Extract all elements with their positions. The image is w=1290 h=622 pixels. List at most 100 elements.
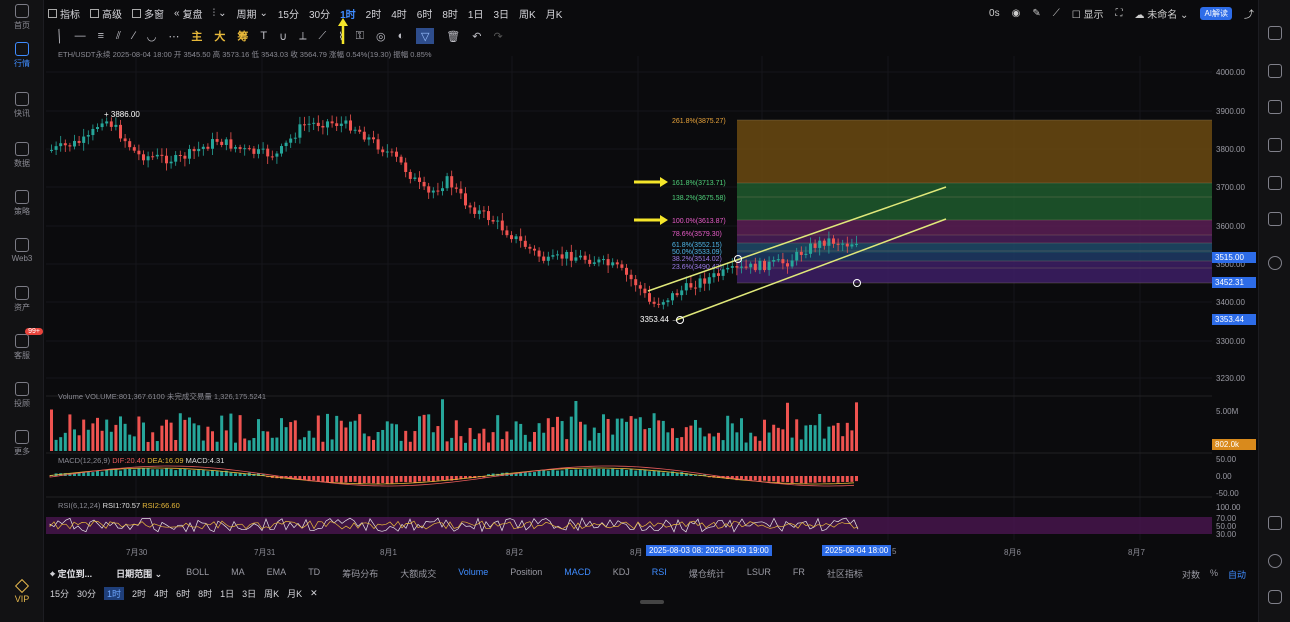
locate-button[interactable]: ⌖ 定位到... xyxy=(50,567,92,580)
candle xyxy=(537,250,541,257)
volume-bar xyxy=(119,416,122,451)
indicator-toggle[interactable]: Volume xyxy=(458,567,488,580)
sidebar-item-news[interactable]: 快讯 xyxy=(0,92,44,119)
indicator-toggle[interactable]: MA xyxy=(231,567,245,580)
sidebar-item-strategy[interactable]: 策略 xyxy=(0,190,44,217)
candle xyxy=(238,147,242,149)
candle xyxy=(611,262,615,266)
candle xyxy=(390,151,394,153)
headset-icon[interactable] xyxy=(1268,554,1282,568)
indicator-toggle[interactable]: KDJ xyxy=(613,567,630,580)
volume-bar xyxy=(473,438,477,451)
macd-bar xyxy=(188,469,191,476)
macd-dif: DIF:20.40 xyxy=(112,456,146,465)
macd-bar xyxy=(183,468,187,476)
vip-button[interactable]: VIP xyxy=(0,578,44,604)
log-scale-button[interactable]: 对数 xyxy=(1182,568,1200,581)
macd-bar xyxy=(211,470,214,476)
volume-bar xyxy=(666,432,670,451)
indicator-toggle[interactable]: Position xyxy=(510,567,542,580)
sidebar-item-web3[interactable]: Web3 xyxy=(0,238,44,263)
volume-bar xyxy=(82,419,86,451)
date-range-dropdown[interactable]: 日期范围 ⌄ xyxy=(116,567,162,580)
candle xyxy=(335,123,339,126)
bottom-interval-button[interactable]: 周K xyxy=(264,587,279,600)
bottom-interval-button[interactable]: 4时 xyxy=(154,587,168,600)
settings-icon[interactable] xyxy=(1268,256,1282,270)
indicator-toggle[interactable]: BOLL xyxy=(186,567,209,580)
indicator-toggle[interactable]: MACD xyxy=(564,567,591,580)
rsi-axis-100: 100.00 xyxy=(1216,503,1241,512)
calendar-icon[interactable] xyxy=(1268,176,1282,190)
volume-bar xyxy=(583,424,587,451)
price-axis-label: 3230.00 xyxy=(1216,374,1245,383)
volume-bar xyxy=(178,413,182,451)
sidebar-item-advisor[interactable]: 投顾 xyxy=(0,382,44,409)
bottom-interval-button[interactable]: 2时 xyxy=(132,587,146,600)
volume-bar xyxy=(165,419,168,451)
macd-bar xyxy=(680,472,684,476)
bottom-interval-button[interactable]: 8时 xyxy=(198,587,212,600)
sidebar-item-data[interactable]: 数据 xyxy=(0,142,44,169)
sidebar-item-service[interactable]: 客服 99+ xyxy=(0,328,44,361)
volume-bar xyxy=(703,436,707,451)
bottom-interval-button[interactable]: 1时 xyxy=(104,586,125,600)
resize-handle[interactable] xyxy=(640,600,664,604)
candle xyxy=(119,124,122,139)
bottom-interval-button[interactable]: 3日 xyxy=(242,587,256,600)
macd-bar xyxy=(560,470,564,476)
sidebar-item-assets[interactable]: 资产 xyxy=(0,286,44,313)
indicator-toggle[interactable]: TD xyxy=(308,567,320,580)
bottom-interval-button[interactable]: 30分 xyxy=(77,587,96,600)
share-icon[interactable]: ⤴ xyxy=(1244,6,1254,21)
candle xyxy=(569,251,573,261)
bottom-interval-button[interactable]: 月K xyxy=(287,587,302,600)
volume-bar xyxy=(335,415,339,451)
rsi-2: RSI2:66.60 xyxy=(142,501,180,510)
volume-bar xyxy=(224,430,228,451)
close-icon[interactable]: ✕ xyxy=(310,588,318,599)
candle xyxy=(151,156,155,158)
indicator-toggle[interactable]: 爆仓统计 xyxy=(689,567,725,580)
candle xyxy=(634,279,638,286)
bottom-interval-button[interactable]: 6时 xyxy=(176,587,190,600)
sidebar-label: 更多 xyxy=(14,447,30,456)
volume-bar xyxy=(749,432,753,451)
order-icon[interactable] xyxy=(1268,26,1282,40)
web3-icon xyxy=(15,238,29,252)
sidebar-item-market[interactable]: 行情 xyxy=(0,42,44,69)
macd-bar xyxy=(781,476,785,482)
candle xyxy=(165,155,168,164)
candle xyxy=(146,156,150,161)
candle xyxy=(459,188,463,194)
candle xyxy=(822,240,826,246)
candle xyxy=(298,124,302,138)
bottom-interval-button[interactable]: 15分 xyxy=(50,587,69,600)
indicator-toggle[interactable]: FR xyxy=(793,567,805,580)
indicator-toggle[interactable]: LSUR xyxy=(747,567,771,580)
candle xyxy=(514,236,518,240)
volume-bar xyxy=(362,433,366,451)
candle xyxy=(694,287,697,289)
calculator-icon[interactable] xyxy=(1268,64,1282,78)
volume-bar xyxy=(376,432,380,451)
indicator-toggle[interactable]: 社区指标 xyxy=(827,567,863,580)
indicator-toggle[interactable]: 大额成交 xyxy=(400,567,436,580)
auto-scale-button[interactable]: 自动 xyxy=(1228,568,1246,581)
layout-icon[interactable] xyxy=(1268,516,1282,530)
volume-bar xyxy=(413,431,417,451)
robot-icon[interactable] xyxy=(1268,590,1282,604)
analysis-icon[interactable] xyxy=(1268,100,1282,114)
sidebar-item-home[interactable]: 首页 xyxy=(0,4,44,31)
sidebar-item-more[interactable]: 更多 xyxy=(0,430,44,457)
indicator-toggle[interactable]: 筹码分布 xyxy=(342,567,378,580)
macd-bar xyxy=(321,476,325,482)
bottom-interval-button[interactable]: 1日 xyxy=(220,587,234,600)
sidebar-label: 客服 xyxy=(14,351,30,360)
percent-scale-button[interactable]: % xyxy=(1210,568,1218,581)
volume-bar xyxy=(560,421,564,451)
indicator-toggle[interactable]: RSI xyxy=(652,567,667,580)
alert-icon[interactable] xyxy=(1268,212,1282,226)
indicator-toggle[interactable]: EMA xyxy=(267,567,287,580)
monitor-icon[interactable] xyxy=(1268,138,1282,152)
